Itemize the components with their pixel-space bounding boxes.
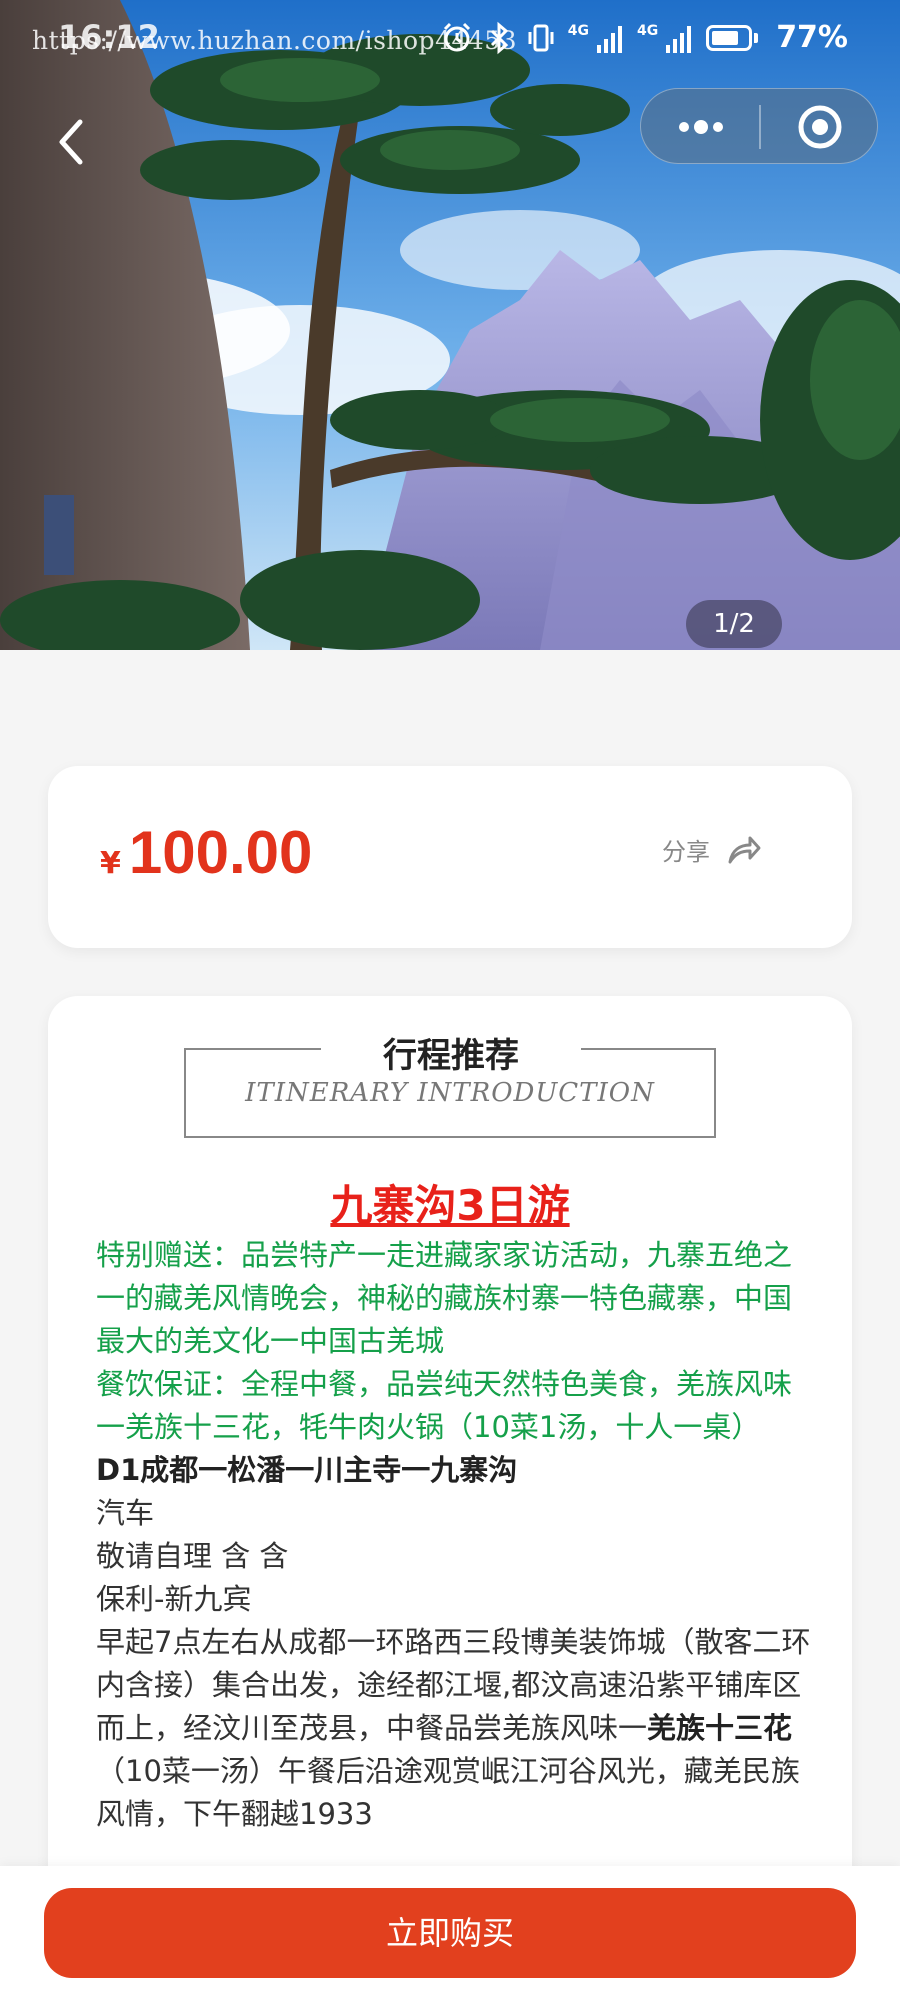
day1-meals: 敬请自理 含 含 [96,1539,289,1573]
bluetooth-icon [490,21,508,54]
itinerary-content: 特别赠送：品尝特产一走进藏家家访活动，九寨五绝之一的藏羌风情晚会，神秘的藏族村寨… [96,1234,812,1836]
meal-guarantee-text: 餐饮保证：全程中餐，品尝纯天然特色美食，羌族风味一羌族十三花，牦牛肉火锅（10菜… [96,1367,793,1444]
close-miniprogram-button[interactable] [761,89,879,165]
share-button[interactable]: 分享 [662,832,762,867]
image-counter: 1/2 [686,600,782,648]
chevron-left-icon [59,119,83,165]
more-dots-icon [679,120,723,134]
menu-capsule [640,88,878,164]
itinerary-title: 行程推荐 [321,1028,581,1077]
day1-desc-highlight: 羌族十三花 [647,1711,793,1745]
price-card: ¥ 100.00 分享 [48,766,852,948]
battery-percent: 77% [776,20,848,55]
network-type-label: 4G [567,22,589,39]
itinerary-card: 行程推荐 ITINERARY INTRODUCTION 九寨沟3日游 特别赠送：… [48,996,852,2000]
day1-description: 早起7点左右从成都一环路西三段博美装饰城（散客二环内含接）集合出发，途经都江堰,… [96,1621,812,1836]
price-value: 100.00 [128,819,313,886]
back-button[interactable] [48,112,96,172]
buy-now-button[interactable]: 立即购买 [44,1888,856,1978]
target-circle-icon [798,105,842,149]
status-bar: 16:12 https://www.huzhan.com/ishop44453 … [0,0,900,80]
product-detail-page: 16:12 https://www.huzhan.com/ishop44453 … [0,0,900,2000]
price: ¥ 100.00 [100,818,312,887]
share-arrow-icon [728,836,761,863]
more-button[interactable] [641,89,759,165]
day1-transport: 汽车 [96,1496,155,1530]
bottom-action-bar: 立即购买 [0,1866,900,2000]
gift-text: 特别赠送：品尝特产一走进藏家家访活动，九寨五绝之一的藏羌风情晚会，神秘的藏族村寨… [96,1238,793,1358]
itinerary-subtitle: ITINERARY INTRODUCTION [245,1078,655,1108]
alarm-icon [443,22,470,51]
hero-image-carousel[interactable]: 16:12 https://www.huzhan.com/ishop44453 … [0,0,900,650]
day1-desc-part2: （10菜一汤）午餐后沿途观赏岷江河谷风光，藏羌民族风情，下午翻越1933 [96,1754,800,1831]
vibrate-icon [528,24,554,51]
share-label: 分享 [662,838,710,866]
day1-title: D1成都一松潘一川主寺一九寨沟 [96,1453,518,1487]
battery-fill [712,30,739,45]
network-type-label-2: 4G [636,22,659,39]
status-icons: 4G 4G 77% [442,20,848,55]
battery-icon [706,24,759,51]
currency-symbol: ¥ [100,846,121,881]
signal-icon [596,25,622,53]
signal-icon-2 [666,25,692,53]
trip-title: 九寨沟3日游 [330,1181,570,1230]
day1-hotel: 保利-新九宾 [96,1582,252,1616]
itinerary-header-frame: 行程推荐 ITINERARY INTRODUCTION [184,1028,716,1138]
